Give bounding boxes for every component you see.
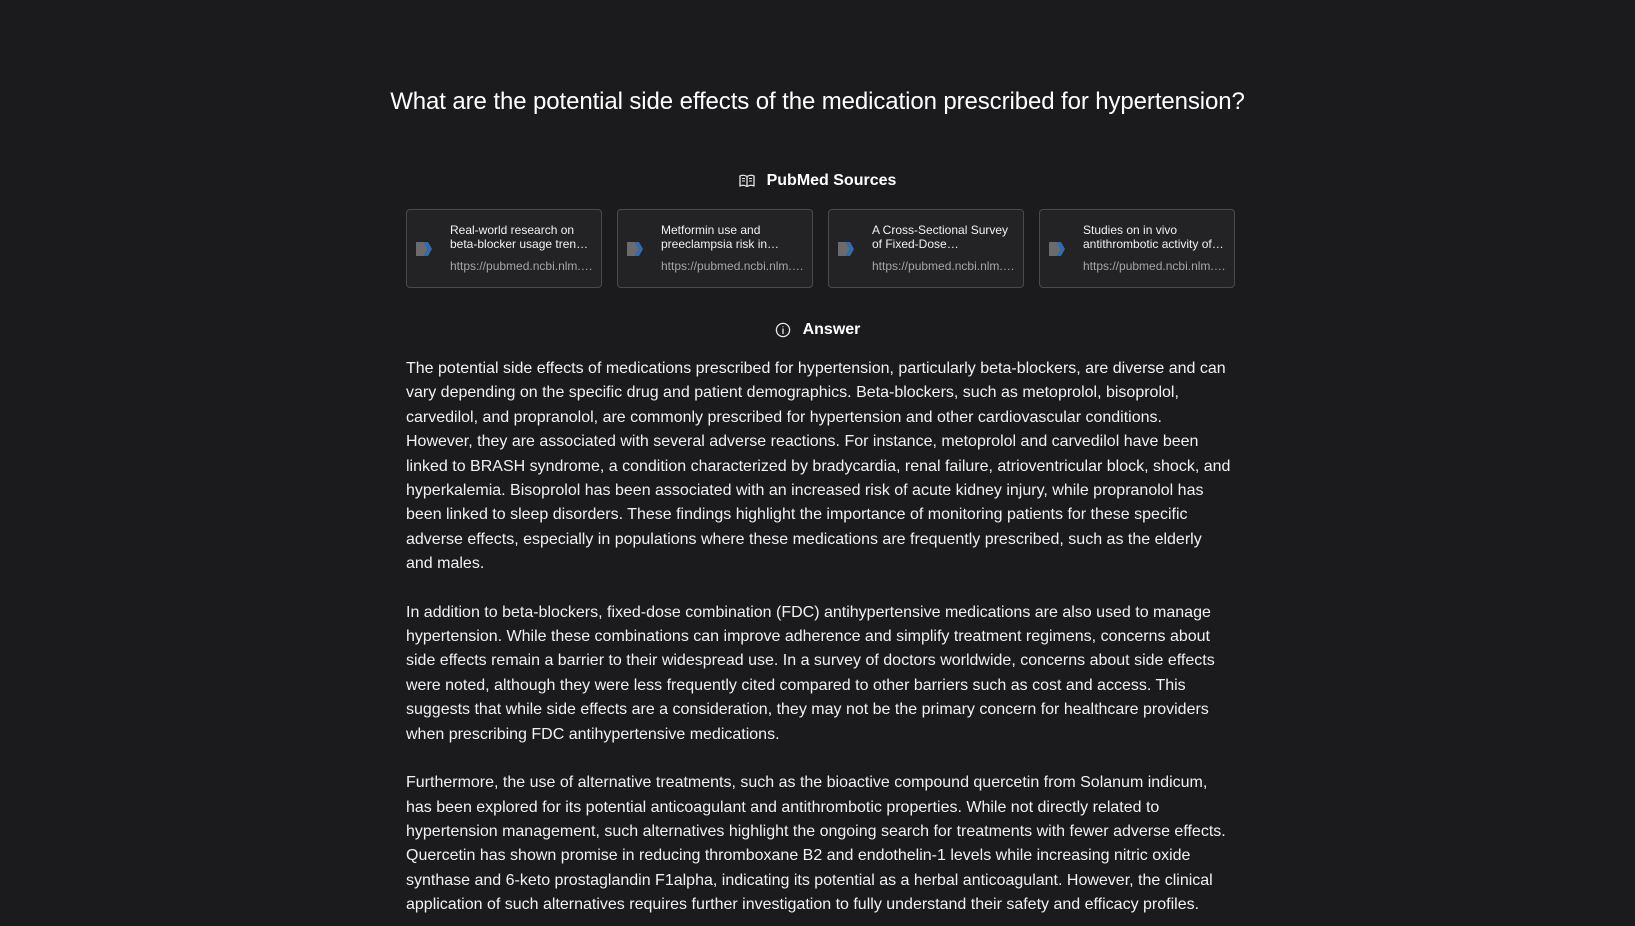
source-url[interactable]: https://pubmed.ncbi.nlm.nih.gov/	[661, 259, 804, 273]
answer-body: The potential side effects of medication…	[406, 357, 1232, 926]
source-card[interactable]: Metformin use and preeclampsia risk in w…	[617, 209, 813, 288]
source-url[interactable]: https://pubmed.ncbi.nlm.nih.gov/	[872, 259, 1015, 273]
answer-paragraph: The potential side effects of medication…	[406, 360, 1231, 573]
sources-list: Real-world research on beta-blocker usag…	[406, 209, 1235, 288]
open-book-icon	[738, 174, 755, 188]
pubmed-logo-icon	[838, 242, 854, 256]
pubmed-logo-icon	[627, 242, 643, 256]
source-url[interactable]: https://pubmed.ncbi.nlm.nih.gov/	[1083, 259, 1226, 273]
source-title[interactable]: A Cross-Sectional Survey of Fixed-Dose C…	[872, 223, 1015, 251]
answer-paragraph: In addition to beta-blockers, fixed-dose…	[406, 603, 1215, 743]
question-title: What are the potential side effects of t…	[390, 88, 1245, 115]
pubmed-logo-icon	[416, 242, 432, 256]
source-card[interactable]: A Cross-Sectional Survey of Fixed-Dose C…	[828, 209, 1024, 288]
answer-header: Answer	[0, 321, 1635, 339]
pubmed-logo-icon	[1049, 242, 1065, 256]
source-title[interactable]: Real-world research on beta-blocker usag…	[450, 223, 593, 251]
answer-title: Answer	[802, 321, 861, 338]
source-url[interactable]: https://pubmed.ncbi.nlm.nih.gov/	[450, 259, 593, 273]
page: What are the potential side effects of t…	[0, 0, 1635, 926]
source-card[interactable]: Real-world research on beta-blocker usag…	[406, 209, 602, 288]
answer-paragraph: Furthermore, the use of alternative trea…	[406, 774, 1226, 914]
source-title[interactable]: Studies on in vivo antithrombotic activi…	[1083, 223, 1226, 251]
sources-header: PubMed Sources	[0, 172, 1635, 190]
source-title[interactable]: Metformin use and preeclampsia risk in w…	[661, 223, 804, 251]
info-circle-icon	[775, 322, 790, 338]
source-card[interactable]: Studies on in vivo antithrombotic activi…	[1039, 209, 1235, 288]
sources-title: PubMed Sources	[766, 172, 897, 189]
